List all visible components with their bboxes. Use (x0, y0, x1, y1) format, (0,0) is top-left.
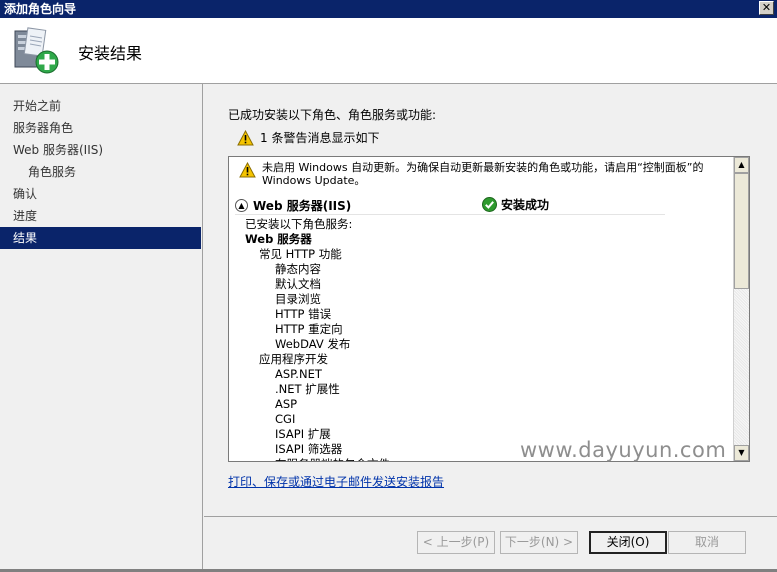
wizard-header: 安装结果 (0, 18, 777, 84)
nav-item-role-services[interactable]: 角色服务 (0, 161, 202, 183)
tree-item: 目录浏览 (275, 292, 321, 306)
scroll-up-arrow-icon[interactable]: ▲ (734, 157, 749, 173)
content-area: 已成功安装以下角色、角色服务或功能: 1 条警告消息显示如下 未启用 Windo… (204, 84, 777, 516)
tree-item: 应用程序开发 (259, 352, 328, 366)
results-content: 未启用 Windows 自动更新。为确保自动更新最新安装的角色或功能，请启用“控… (229, 157, 734, 461)
tree-item: WebDAV 发布 (275, 337, 351, 351)
tree-item: HTTP 重定向 (275, 322, 343, 336)
wizard-nav: 开始之前 服务器角色 Web 服务器(IIS) 角色服务 确认 进度 结果 (0, 84, 203, 572)
close-button[interactable]: 关闭(O) (589, 531, 667, 554)
nav-item-progress[interactable]: 进度 (0, 205, 202, 227)
warning-message-row: 未启用 Windows 自动更新。为确保自动更新最新安装的角色或功能，请启用“控… (239, 161, 731, 187)
cancel-button[interactable]: 取消 (668, 531, 746, 554)
tree-item: 常见 HTTP 功能 (259, 247, 342, 261)
results-panel[interactable]: 未启用 Windows 自动更新。为确保自动更新最新安装的角色或功能，请启用“控… (228, 156, 750, 462)
warning-icon (237, 129, 254, 145)
nav-item-web-server-iis[interactable]: Web 服务器(IIS) (0, 139, 202, 161)
tree-item: 静态内容 (275, 262, 321, 276)
tree-item: ASP (275, 397, 298, 411)
results-scrollbar[interactable]: ▲ ▼ (733, 157, 749, 461)
tree-item: 已安装以下角色服务: (245, 217, 353, 231)
intro-text: 已成功安装以下角色、角色服务或功能: (228, 108, 437, 122)
tree-item: 默认文档 (275, 277, 321, 291)
tree-item: 在服务器端的包含文件 (245, 457, 390, 461)
tree-item: ASP.NET (275, 367, 322, 381)
tree-item: Web 服务器 (245, 232, 312, 246)
tree-item: ISAPI 筛选器 (275, 442, 343, 456)
previous-button[interactable]: < 上一步(P) (417, 531, 495, 554)
wizard-footer: < 上一步(P) 下一步(N) > 关闭(O) 取消 (204, 516, 777, 572)
section-name: Web 服务器(IIS) (253, 198, 352, 213)
tree-item: CGI (275, 412, 296, 426)
print-report-link[interactable]: 打印、保存或通过电子邮件发送安装报告 (228, 473, 444, 490)
install-status: 安装成功 (482, 196, 549, 213)
success-check-icon (482, 197, 497, 212)
install-status-text: 安装成功 (501, 198, 550, 212)
nav-item-server-roles[interactable]: 服务器角色 (0, 117, 202, 139)
window-titlebar: 添加角色向导 ✕ (0, 0, 777, 18)
watermark: www.dayuyun.com (520, 438, 727, 462)
nav-item-before-you-begin[interactable]: 开始之前 (0, 95, 202, 117)
warning-message: 未启用 Windows 自动更新。为确保自动更新最新安装的角色或功能，请启用“控… (262, 161, 704, 187)
warning-summary-text: 1 条警告消息显示如下 (260, 131, 380, 145)
warning-summary: 1 条警告消息显示如下 (237, 129, 379, 146)
warning-icon (239, 162, 256, 178)
tree-item: ISAPI 扩展 (275, 427, 331, 441)
nav-item-results[interactable]: 结果 (0, 227, 201, 249)
nav-item-confirmation[interactable]: 确认 (0, 183, 202, 205)
installed-services-tree: 已安装以下角色服务: Web 服务器 常见 HTTP 功能 静态内容 默认文档 目录浏览 H… (245, 217, 390, 461)
collapse-icon[interactable]: ▲ (235, 198, 248, 212)
tree-item: HTTP 错误 (275, 307, 332, 321)
next-button[interactable]: 下一步(N) > (500, 531, 578, 554)
scroll-down-arrow-icon[interactable]: ▼ (734, 445, 749, 461)
page-title: 安装结果 (78, 44, 143, 63)
window-title: 添加角色向导 (4, 2, 77, 16)
scrollbar-thumb[interactable] (734, 173, 749, 289)
close-window-button[interactable]: ✕ (759, 1, 774, 15)
server-add-icon (14, 27, 59, 74)
tree-item: .NET 扩展性 (275, 382, 340, 396)
section-header-web-server: ▲ Web 服务器(IIS) (235, 196, 665, 215)
